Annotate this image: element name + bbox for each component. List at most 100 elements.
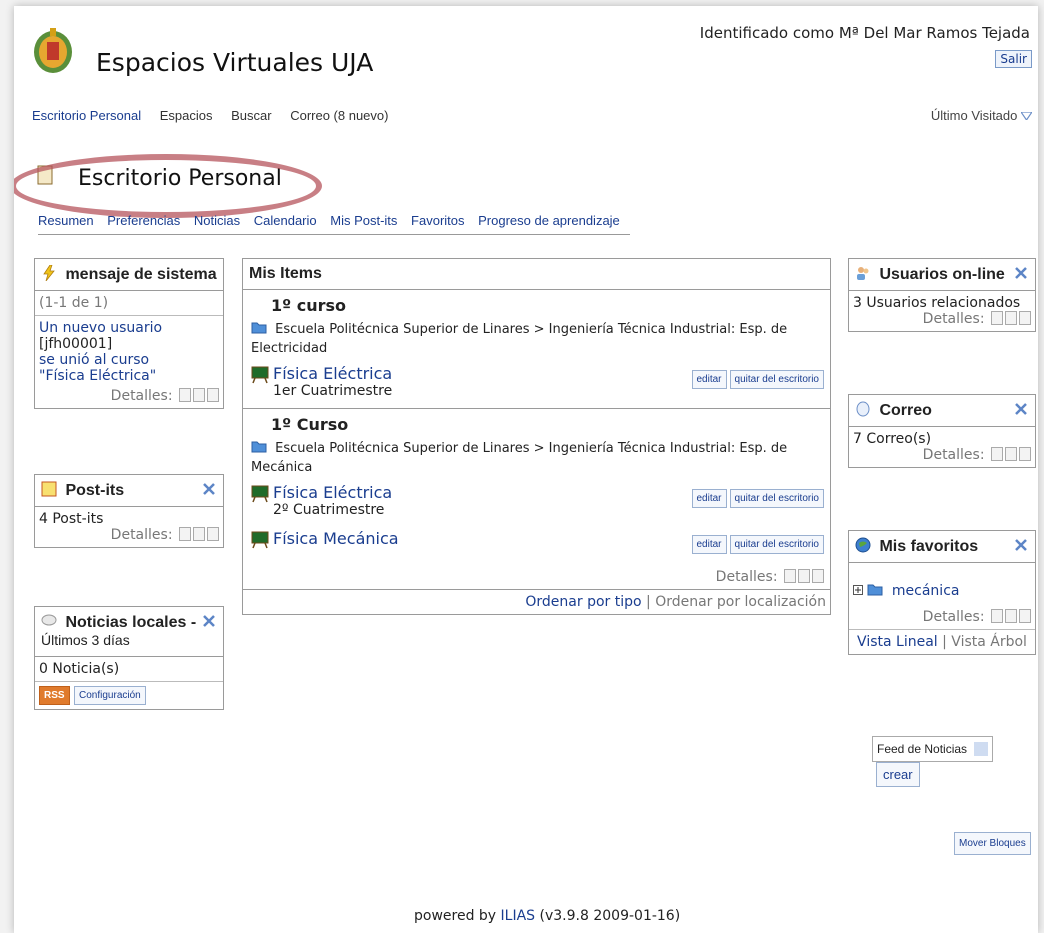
- system-message-header: mensaje de sistema: [35, 259, 223, 291]
- remove-from-desktop-button[interactable]: quitar del escritorio: [729, 370, 824, 389]
- detail-level-3-icon[interactable]: [207, 527, 219, 541]
- tab-preferences[interactable]: Preferencias: [107, 213, 180, 228]
- course-item: Física Eléctrica 2º Cuatrimestre editar q…: [251, 483, 824, 523]
- configuration-button[interactable]: Configuración: [74, 686, 146, 705]
- logged-in-user: Identificado como Mª Del Mar Ramos Tejad…: [699, 24, 1030, 42]
- favorite-link[interactable]: mecánica: [892, 583, 960, 599]
- nav-search[interactable]: Buscar: [231, 108, 271, 123]
- message-link[interactable]: Un nuevo usuario: [39, 320, 162, 336]
- course-board-icon: [251, 485, 269, 503]
- nav-personal-desktop[interactable]: Escritorio Personal: [32, 108, 141, 123]
- close-icon[interactable]: [201, 613, 217, 629]
- post-its-block: Post-its 4 Post-its Detalles:: [34, 474, 224, 548]
- folder-icon: [251, 322, 267, 334]
- online-users-details: Detalles:: [853, 311, 1031, 327]
- ilias-link[interactable]: ILIAS: [501, 908, 536, 924]
- item-group-path-text: Escuela Politécnica Superior de Linares …: [251, 441, 788, 475]
- post-its-body: 4 Post-its Detalles:: [35, 507, 223, 547]
- close-icon[interactable]: [201, 481, 217, 497]
- mail-body: 7 Correo(s) Detalles:: [849, 427, 1035, 467]
- detail-level-2-icon[interactable]: [1005, 609, 1017, 623]
- detail-level-1-icon[interactable]: [991, 311, 1003, 325]
- edit-button[interactable]: editar: [691, 535, 727, 554]
- course-board-icon: [251, 531, 269, 549]
- local-news-title: Noticias locales -: [65, 614, 197, 631]
- course-board-icon: [251, 366, 269, 384]
- sort-by-location-link[interactable]: Ordenar por localización: [655, 594, 826, 610]
- item-group: 1º Curso Escuela Politécnica Superior de…: [243, 409, 830, 590]
- detail-level-1-icon[interactable]: [784, 569, 796, 583]
- detail-level-2-icon[interactable]: [193, 527, 205, 541]
- detail-level-3-icon[interactable]: [1019, 447, 1031, 461]
- logout-button[interactable]: Salir: [995, 50, 1032, 68]
- remove-from-desktop-button[interactable]: quitar del escritorio: [729, 489, 824, 508]
- detail-level-2-icon[interactable]: [1005, 311, 1017, 325]
- close-icon[interactable]: [1013, 537, 1029, 553]
- edit-button[interactable]: editar: [691, 489, 727, 508]
- last-visited-label: Último Visitado: [930, 108, 1018, 123]
- tab-summary[interactable]: Resumen: [38, 213, 94, 228]
- tab-post-its[interactable]: Mis Post-its: [330, 213, 397, 228]
- detail-level-1-icon[interactable]: [179, 527, 191, 541]
- detail-level-1-icon[interactable]: [991, 609, 1003, 623]
- mail-icon: [856, 401, 870, 417]
- last-visited-menu[interactable]: Último Visitado: [930, 108, 1034, 123]
- favorite-item: mecánica: [853, 581, 1031, 599]
- system-message-entry: Un nuevo usuario [jfh00001] se unió al c…: [35, 316, 223, 408]
- footer-prefix: powered by: [414, 908, 497, 924]
- folder-icon: [251, 441, 267, 453]
- detail-level-3-icon[interactable]: [1019, 609, 1031, 623]
- feed-select[interactable]: Feed de Noticias: [872, 736, 994, 762]
- nav-spaces[interactable]: Espacios: [160, 108, 213, 123]
- footer: powered by ILIAS (v3.9.8 2009-01-16): [414, 908, 680, 924]
- view-separator: |: [942, 634, 947, 650]
- tab-learning-progress[interactable]: Progreso de aprendizaje: [478, 213, 620, 228]
- favorites-header: Mis favoritos: [849, 531, 1035, 563]
- item-group-title: 1º curso: [271, 296, 347, 315]
- footer-version: (v3.9.8 2009-01-16): [539, 908, 681, 924]
- close-icon[interactable]: [1013, 401, 1029, 417]
- item-group-path: Escuela Politécnica Superior de Linares …: [251, 438, 824, 477]
- message-link-2[interactable]: se unió al curso: [39, 352, 149, 368]
- items-sort-bar: Ordenar por tipo | Ordenar por localizac…: [243, 590, 830, 614]
- system-message-title: mensaje de sistema: [65, 266, 217, 283]
- sort-by-type-link[interactable]: Ordenar por tipo: [525, 594, 641, 610]
- detail-level-3-icon[interactable]: [812, 569, 824, 583]
- nav-mail[interactable]: Correo (8 nuevo): [290, 108, 388, 123]
- detail-level-1-icon[interactable]: [179, 388, 191, 402]
- mail-count: 7 Correo(s): [853, 431, 932, 447]
- tab-calendar[interactable]: Calendario: [254, 213, 317, 228]
- post-its-count: 4 Post-its: [39, 511, 104, 527]
- detail-level-1-icon[interactable]: [991, 447, 1003, 461]
- system-message-details: Detalles:: [39, 388, 219, 404]
- course-item: Física Mecánica editar quitar del escrito…: [251, 529, 824, 569]
- tree-view-link[interactable]: Vista Árbol: [951, 634, 1027, 650]
- tab-favorites[interactable]: Favoritos: [411, 213, 464, 228]
- create-button[interactable]: crear: [876, 762, 920, 787]
- post-its-details: Detalles:: [39, 527, 219, 543]
- online-users-body: 3 Usuarios relacionados Detalles:: [849, 291, 1035, 331]
- expand-plus-icon[interactable]: [853, 585, 863, 595]
- page: Espacios Virtuales UJA Identificado como…: [14, 6, 1038, 933]
- course-item: Física Eléctrica 1er Cuatrimestre editar…: [251, 364, 824, 404]
- post-its-header: Post-its: [35, 475, 223, 507]
- tab-news[interactable]: Noticias: [194, 213, 240, 228]
- rss-button[interactable]: RSS: [39, 686, 70, 705]
- detail-level-2-icon[interactable]: [193, 388, 205, 402]
- detail-level-2-icon[interactable]: [798, 569, 810, 583]
- message-link-3[interactable]: "Física Eléctrica": [39, 368, 156, 384]
- detail-level-3-icon[interactable]: [1019, 311, 1031, 325]
- local-news-actions: RSS Configuración: [35, 682, 223, 709]
- detail-level-2-icon[interactable]: [1005, 447, 1017, 461]
- item-group-title: 1º Curso: [271, 415, 349, 434]
- globe-icon: [855, 537, 871, 553]
- remove-from-desktop-button[interactable]: quitar del escritorio: [729, 535, 824, 554]
- detail-level-3-icon[interactable]: [207, 388, 219, 402]
- close-icon[interactable]: [1013, 265, 1029, 281]
- move-blocks-button[interactable]: Mover Bloques: [954, 832, 1031, 855]
- linear-view-link[interactable]: Vista Lineal: [857, 634, 938, 650]
- details-label: Detalles:: [110, 388, 173, 404]
- edit-button[interactable]: editar: [691, 370, 727, 389]
- lightning-icon: [43, 265, 55, 281]
- details-label: Detalles:: [922, 311, 985, 327]
